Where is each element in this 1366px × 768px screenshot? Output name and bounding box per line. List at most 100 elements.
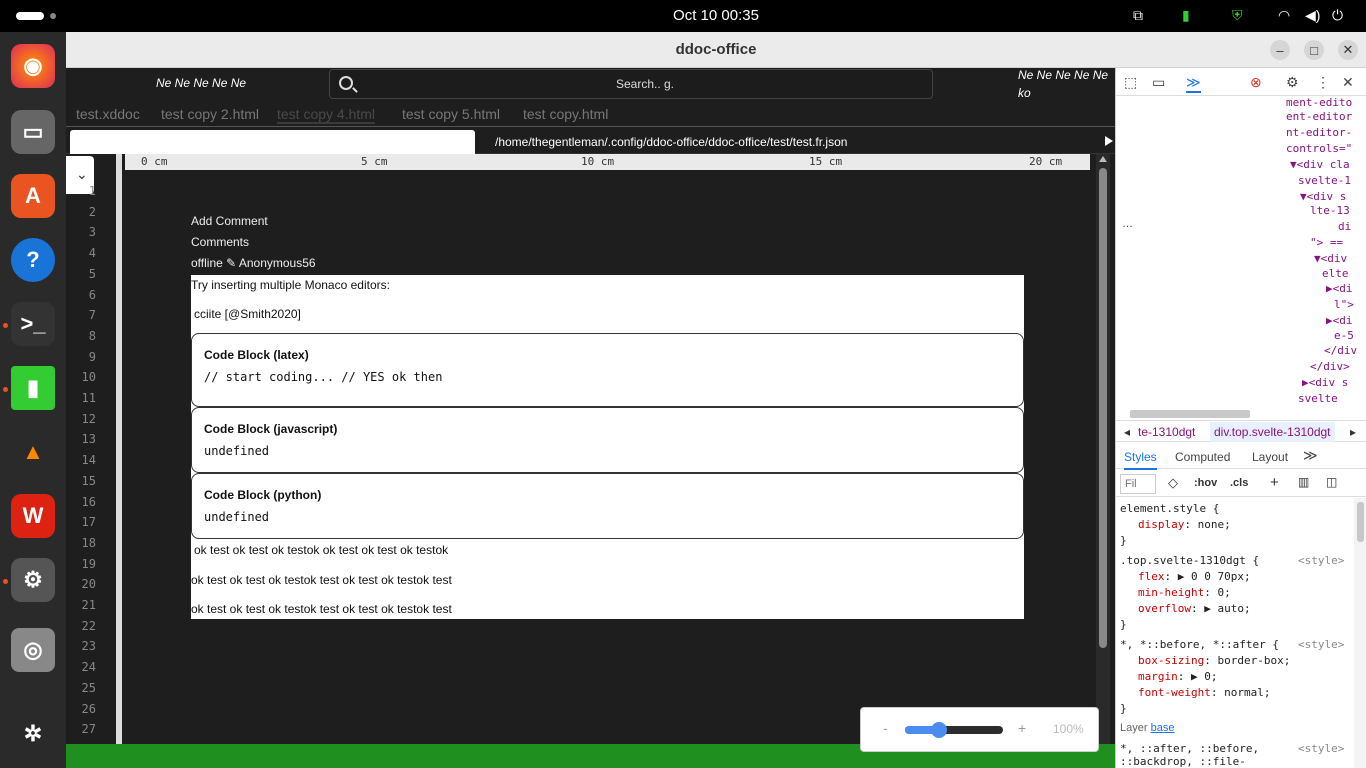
help-icon[interactable]: ?	[11, 238, 55, 282]
css-property[interactable]: min-height: 0;	[1138, 586, 1231, 599]
path-input-box[interactable]	[70, 130, 475, 154]
dom-node[interactable]: </div>	[1310, 360, 1350, 373]
breadcrumb-item[interactable]: div.top.svelte-1310dgt	[1210, 422, 1335, 442]
play-arrow-icon[interactable]	[1105, 136, 1113, 146]
tab-computed[interactable]: Computed	[1175, 450, 1230, 464]
code-block-content[interactable]: undefined	[204, 444, 269, 458]
scroll-up-icon[interactable]	[1099, 156, 1107, 162]
dom-node[interactable]: nt-editor-	[1286, 126, 1352, 139]
tab-test-xddoc[interactable]: test.xddoc	[76, 106, 140, 122]
add-rule-icon[interactable]: +	[1270, 474, 1279, 491]
tab-layout[interactable]: Layout	[1252, 450, 1288, 464]
styles-scrollbar[interactable]	[1354, 498, 1366, 768]
css-property[interactable]: margin: ▶ 0;	[1138, 670, 1218, 683]
css-rule-end[interactable]: }	[1120, 534, 1127, 547]
settings-icon[interactable]: ⚙	[11, 558, 55, 602]
css-property[interactable]: flex: ▶ 0 0 70px;	[1138, 570, 1251, 583]
css-selector[interactable]: *, *::before, *::after {<style>	[1120, 638, 1344, 651]
dom-node[interactable]: svelte	[1298, 392, 1338, 402]
css-property[interactable]: display: none;	[1138, 518, 1231, 531]
kebab-menu-icon[interactable]: ⋮	[1316, 74, 1330, 91]
dom-tree[interactable]: ment-edito ent-editor nt-editor-controls="…	[1116, 96, 1366, 402]
close-icon[interactable]: ✕	[1342, 74, 1354, 91]
app-indicator-icon[interactable]: ▮	[1182, 7, 1190, 24]
chevron-left-icon[interactable]: ◂	[1124, 425, 1130, 439]
tab-test-copy[interactable]: test copy.html	[523, 106, 608, 122]
dom-node[interactable]: ▶<di	[1326, 282, 1353, 295]
code-block-javascript[interactable]: Code Block (javascript) undefined	[191, 407, 1024, 473]
app-center-icon[interactable]: A	[11, 174, 55, 218]
error-icon[interactable]: ⊗	[1250, 74, 1262, 91]
code-block-python[interactable]: Code Block (python) undefined	[191, 473, 1024, 539]
gear-icon[interactable]: ⚙	[1286, 74, 1299, 91]
dom-node[interactable]: lte-13	[1310, 204, 1350, 217]
ellipsis-icon[interactable]: …	[1122, 218, 1133, 230]
css-selector[interactable]: .top.svelte-1310dgt {<style>	[1120, 554, 1344, 567]
dom-node[interactable]: elte	[1322, 267, 1349, 280]
hov-toggle[interactable]: :hov	[1194, 477, 1217, 489]
css-rule-end[interactable]: }	[1120, 618, 1127, 631]
screenshot-icon[interactable]: ⧉	[1133, 7, 1143, 24]
show-apps-icon[interactable]: ✲	[11, 712, 55, 756]
power-icon[interactable]: ⏻	[1332, 7, 1343, 24]
dom-node[interactable]: e-5	[1334, 329, 1354, 342]
pipe-app-icon[interactable]: ▮	[11, 366, 55, 410]
maximize-button[interactable]: □	[1304, 40, 1324, 60]
wifi-icon[interactable]: ◠	[1278, 7, 1290, 24]
wps-office-icon[interactable]: W	[11, 494, 55, 538]
styles-filter-input[interactable]	[1120, 474, 1156, 494]
dom-node[interactable]: ent-editor	[1286, 110, 1352, 123]
more-tabs-icon[interactable]: ≫	[1186, 74, 1201, 93]
minimize-button[interactable]: –	[1270, 40, 1290, 60]
dom-node[interactable]: </div	[1324, 344, 1357, 357]
cls-toggle[interactable]: .cls	[1230, 477, 1248, 489]
dom-node[interactable]: controls="	[1286, 142, 1352, 155]
tab-test-copy-2[interactable]: test copy 2.html	[161, 106, 259, 122]
dom-node[interactable]: di	[1338, 220, 1351, 233]
dom-node[interactable]: ment-edito	[1286, 96, 1352, 109]
css-property[interactable]: overflow: ▶ auto;	[1138, 602, 1251, 615]
paint-icon[interactable]: ▥	[1298, 475, 1309, 489]
dom-node[interactable]: "> ==	[1310, 236, 1343, 249]
dom-node[interactable]: ▼<div	[1314, 252, 1347, 265]
clock[interactable]: Oct 10 00:35	[0, 7, 1366, 24]
chevron-right-icon[interactable]: ▸	[1350, 425, 1356, 439]
dom-node[interactable]: ▶<di	[1326, 314, 1353, 327]
search-input[interactable]	[360, 70, 930, 98]
disk-icon[interactable]: ◎	[11, 628, 55, 672]
zoom-in-button[interactable]: +	[1018, 720, 1026, 736]
css-selector[interactable]: ::backdrop, ::file-	[1120, 755, 1246, 768]
css-property[interactable]: font-weight: normal;	[1138, 686, 1270, 699]
zoom-slider-knob[interactable]	[931, 722, 948, 738]
horizontal-scrollbar[interactable]	[1130, 410, 1250, 418]
close-button[interactable]: ✕	[1338, 40, 1358, 60]
dom-node[interactable]: l">	[1334, 298, 1354, 311]
code-block-content[interactable]: // start coding... // YES ok then	[204, 370, 442, 384]
document-page[interactable]: Try inserting multiple Monaco editors: c…	[191, 275, 1024, 619]
files-icon[interactable]: ▭	[11, 110, 55, 154]
shield-icon[interactable]: ⛨	[1232, 7, 1243, 24]
breadcrumb-item[interactable]: te-1310dgt	[1138, 425, 1195, 439]
firefox-icon[interactable]: ◉	[11, 44, 55, 88]
zoom-out-button[interactable]: -	[883, 720, 888, 736]
dom-node[interactable]: ▼<div s	[1300, 190, 1346, 203]
volume-icon[interactable]: ◀)	[1305, 7, 1320, 24]
dom-node[interactable]: ▶<div s	[1302, 376, 1348, 389]
device-toolbar-icon[interactable]: ▭	[1152, 74, 1165, 91]
css-rule-end[interactable]: }	[1120, 702, 1127, 715]
tab-test-copy-5[interactable]: test copy 5.html	[402, 106, 500, 122]
tab-test-copy-4[interactable]: test copy 4.html	[277, 106, 376, 124]
tab-styles[interactable]: Styles	[1124, 450, 1157, 470]
layers-icon[interactable]: ◇	[1168, 475, 1178, 491]
dom-node[interactable]: svelte-1	[1298, 174, 1351, 187]
scroll-thumb[interactable]	[1099, 168, 1107, 648]
inspect-element-icon[interactable]: ⬚	[1124, 74, 1137, 91]
more-tabs-icon[interactable]: ≫	[1303, 447, 1318, 464]
search-box[interactable]	[329, 69, 933, 99]
css-property[interactable]: box-sizing: border-box;	[1138, 654, 1290, 667]
layer-label[interactable]: Layer base	[1120, 722, 1174, 734]
css-selector[interactable]: *, ::after, ::before, <style>	[1120, 742, 1344, 755]
add-comment-button[interactable]: Add Comment	[191, 214, 268, 228]
dom-node[interactable]: ▼<div cla	[1290, 158, 1350, 171]
code-block-latex[interactable]: Code Block (latex) // start coding... //…	[191, 333, 1024, 407]
